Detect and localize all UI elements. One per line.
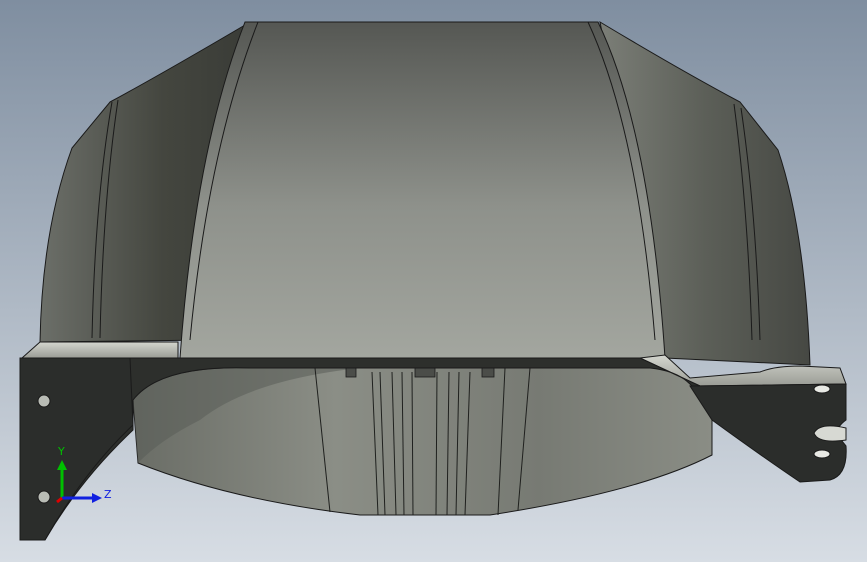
triad-y-label: Y — [57, 445, 65, 458]
graphics-viewport[interactable]: Y Z — [0, 0, 867, 562]
right-bracket-hole-bottom — [813, 449, 831, 459]
shell-center — [179, 21, 666, 359]
right-bracket-hole-top — [813, 384, 831, 394]
left-bracket-hole-bottom — [37, 490, 51, 504]
flange-lip-left — [20, 341, 179, 359]
right-bracket-slot — [813, 425, 847, 442]
left-bracket-hole-top — [37, 394, 51, 408]
triad-z-label: Z — [104, 488, 112, 501]
model-canvas[interactable]: Y Z — [0, 0, 867, 562]
